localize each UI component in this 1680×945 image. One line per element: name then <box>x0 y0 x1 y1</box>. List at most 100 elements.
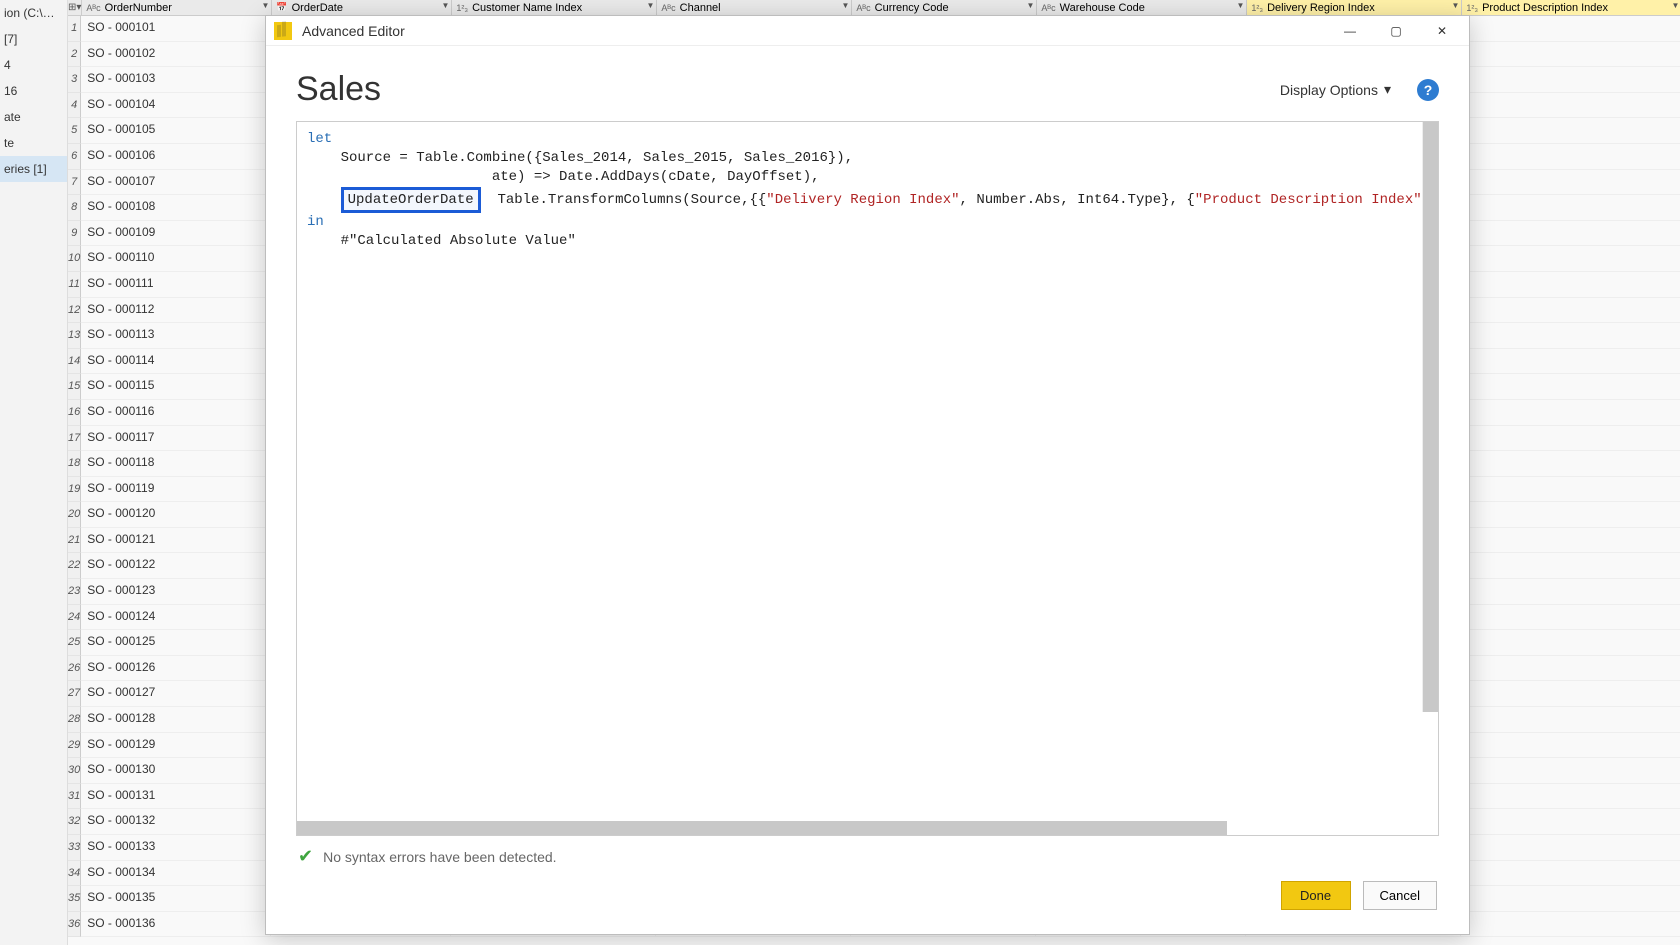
queries-item[interactable]: 16 <box>0 78 67 104</box>
cell[interactable] <box>1461 221 1680 246</box>
cell[interactable] <box>1461 656 1680 681</box>
column-header[interactable]: AᴮcCurrency Code▼ <box>852 0 1037 15</box>
close-button[interactable]: ✕ <box>1419 17 1465 45</box>
row-number[interactable]: 7 <box>68 170 81 196</box>
cell[interactable] <box>1461 93 1680 118</box>
cell-order-number[interactable]: SO - 000111 <box>81 272 271 297</box>
cell[interactable] <box>1461 630 1680 655</box>
cell-order-number[interactable]: SO - 000108 <box>81 195 271 220</box>
cell-order-number[interactable]: SO - 000122 <box>81 553 271 578</box>
cell[interactable] <box>1461 246 1680 271</box>
cell[interactable] <box>1461 733 1680 758</box>
row-number[interactable]: 21 <box>68 528 81 554</box>
cell-order-number[interactable]: SO - 000128 <box>81 707 271 732</box>
chevron-down-icon[interactable]: ▼ <box>646 1 654 10</box>
queries-item[interactable]: ion (C:\… <box>0 0 67 26</box>
row-number[interactable]: 2 <box>68 42 81 68</box>
horizontal-scrollbar[interactable] <box>297 821 1227 835</box>
cell[interactable] <box>1461 553 1680 578</box>
cell[interactable] <box>1461 477 1680 502</box>
cell-order-number[interactable]: SO - 000115 <box>81 374 271 399</box>
done-button[interactable]: Done <box>1281 881 1351 910</box>
row-number[interactable]: 32 <box>68 809 81 835</box>
row-number[interactable]: 22 <box>68 553 81 579</box>
row-number[interactable]: 19 <box>68 477 81 503</box>
maximize-button[interactable]: ▢ <box>1373 17 1419 45</box>
cell-order-number[interactable]: SO - 000118 <box>81 451 271 476</box>
cell[interactable] <box>1461 272 1680 297</box>
cell-order-number[interactable]: SO - 000120 <box>81 502 271 527</box>
cell-order-number[interactable]: SO - 000132 <box>81 809 271 834</box>
row-number[interactable]: 31 <box>68 784 81 810</box>
chevron-down-icon[interactable]: ▼ <box>1026 1 1034 10</box>
cancel-button[interactable]: Cancel <box>1363 881 1437 910</box>
cell-order-number[interactable]: SO - 000135 <box>81 886 271 911</box>
cell[interactable] <box>1461 502 1680 527</box>
row-number[interactable]: 25 <box>68 630 81 656</box>
cell[interactable] <box>1461 298 1680 323</box>
cell[interactable] <box>1461 579 1680 604</box>
row-number[interactable]: 33 <box>68 835 81 861</box>
row-number[interactable]: 1 <box>68 16 81 42</box>
cell[interactable] <box>1461 16 1680 41</box>
queries-item[interactable]: te <box>0 130 67 156</box>
cell-order-number[interactable]: SO - 000124 <box>81 605 271 630</box>
chevron-down-icon[interactable]: ▼ <box>261 1 269 10</box>
column-header[interactable]: 1²₃Customer Name Index▼ <box>452 0 657 15</box>
row-number[interactable]: 35 <box>68 886 81 912</box>
highlighted-step-name[interactable]: UpdateOrderDate <box>341 187 481 213</box>
row-number[interactable]: 5 <box>68 118 81 144</box>
row-number[interactable]: 3 <box>68 67 81 93</box>
cell-order-number[interactable]: SO - 000109 <box>81 221 271 246</box>
cell[interactable] <box>1461 426 1680 451</box>
cell-order-number[interactable]: SO - 000127 <box>81 681 271 706</box>
row-number[interactable]: 13 <box>68 323 81 349</box>
cell[interactable] <box>1461 42 1680 67</box>
row-number[interactable]: 18 <box>68 451 81 477</box>
chevron-down-icon[interactable]: ▼ <box>1451 1 1459 10</box>
cell[interactable] <box>1461 67 1680 92</box>
cell[interactable] <box>1461 912 1680 937</box>
cell[interactable] <box>1461 861 1680 886</box>
cell[interactable] <box>1461 758 1680 783</box>
cell-order-number[interactable]: SO - 000136 <box>81 912 271 937</box>
row-number[interactable]: 4 <box>68 93 81 119</box>
cell-order-number[interactable]: SO - 000117 <box>81 426 271 451</box>
row-number[interactable]: 36 <box>68 912 81 938</box>
row-number[interactable]: 17 <box>68 426 81 452</box>
rownum-header[interactable]: ⊞▾ <box>68 0 82 16</box>
chevron-down-icon[interactable]: ▼ <box>441 1 449 10</box>
row-number[interactable]: 20 <box>68 502 81 528</box>
cell-order-number[interactable]: SO - 000129 <box>81 733 271 758</box>
cell[interactable] <box>1461 784 1680 809</box>
row-number[interactable]: 24 <box>68 605 81 631</box>
cell-order-number[interactable]: SO - 000130 <box>81 758 271 783</box>
row-number[interactable]: 30 <box>68 758 81 784</box>
cell-order-number[interactable]: SO - 000107 <box>81 170 271 195</box>
cell-order-number[interactable]: SO - 000105 <box>81 118 271 143</box>
cell-order-number[interactable]: SO - 000131 <box>81 784 271 809</box>
row-number[interactable]: 29 <box>68 733 81 759</box>
row-number[interactable]: 26 <box>68 656 81 682</box>
help-icon[interactable]: ? <box>1417 79 1439 101</box>
cell-order-number[interactable]: SO - 000106 <box>81 144 271 169</box>
cell-order-number[interactable]: SO - 000121 <box>81 528 271 553</box>
cell[interactable] <box>1461 195 1680 220</box>
cell[interactable] <box>1461 170 1680 195</box>
chevron-down-icon[interactable]: ▼ <box>1236 1 1244 10</box>
title-bar[interactable]: Advanced Editor — ▢ ✕ <box>266 16 1469 46</box>
column-header[interactable]: 📅OrderDate▼ <box>272 0 452 15</box>
queries-item[interactable]: ate <box>0 104 67 130</box>
cell-order-number[interactable]: SO - 000113 <box>81 323 271 348</box>
vertical-scrollbar[interactable] <box>1422 122 1438 712</box>
row-number[interactable]: 10 <box>68 246 81 272</box>
chevron-down-icon[interactable]: ▼ <box>841 1 849 10</box>
row-number[interactable]: 6 <box>68 144 81 170</box>
column-header[interactable]: 1²₃Delivery Region Index▼ <box>1247 0 1462 15</box>
cell-order-number[interactable]: SO - 000126 <box>81 656 271 681</box>
code-editor[interactable]: let Source = Table.Combine({Sales_2014, … <box>296 121 1439 836</box>
cell-order-number[interactable]: SO - 000134 <box>81 861 271 886</box>
cell-order-number[interactable]: SO - 000114 <box>81 349 271 374</box>
queries-panel[interactable]: ion (C:\… [7] 4 16 ate te eries [1] <box>0 0 68 945</box>
row-number[interactable]: 27 <box>68 681 81 707</box>
